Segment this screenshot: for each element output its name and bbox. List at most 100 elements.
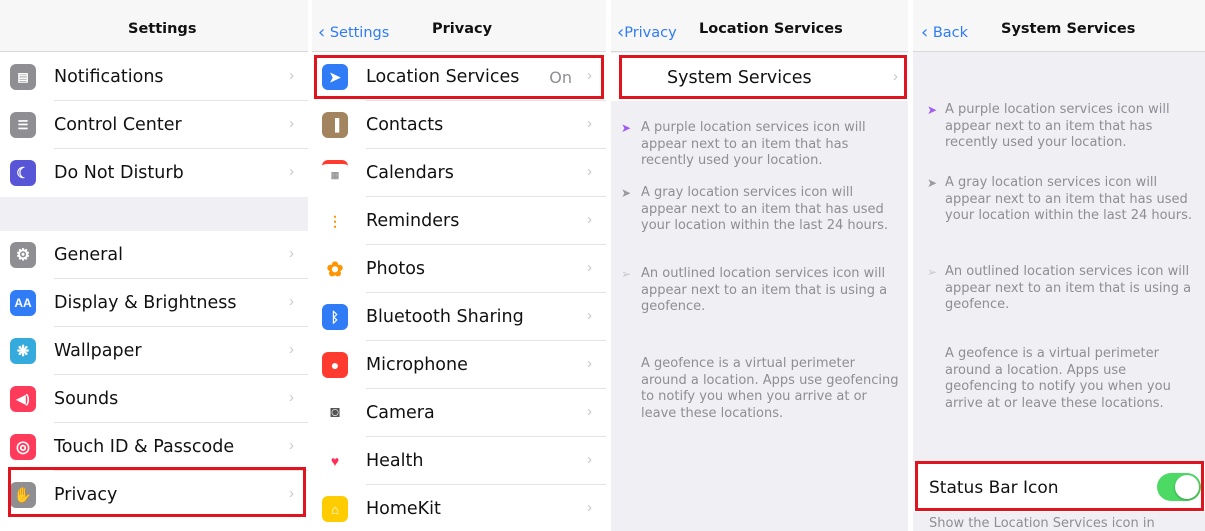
page-title: Settings (128, 21, 197, 37)
heart-icon: ♥ (322, 448, 348, 474)
privacy-panel: ‹ Settings Privacy ➤ Location Services O… (312, 0, 606, 531)
status-bar-footer-note: Show the Location Services icon in (929, 516, 1155, 531)
purple-icon-note: A purple location services icon will app… (641, 120, 866, 168)
gray-icon-note: A gray location services icon will appea… (641, 185, 889, 233)
privacy-item-label: Bluetooth Sharing (366, 307, 524, 327)
privacy-item-label: Contacts (366, 115, 444, 135)
moon-icon: ☾ (10, 160, 36, 186)
settings-item-control-center[interactable]: ☰ Control Center › (0, 101, 308, 149)
photos-icon: ✿ (322, 256, 348, 282)
purple-location-arrow-icon: ➤ (621, 121, 632, 135)
chevron-left-icon: ‹ (921, 22, 929, 43)
microphone-icon: ● (322, 352, 348, 378)
camera-icon: ◙ (322, 400, 348, 426)
gear-icon: ⚙ (10, 242, 36, 268)
privacy-item-bluetooth-sharing[interactable]: ᛒ Bluetooth Sharing › (312, 293, 606, 341)
page-title: Privacy (432, 21, 493, 37)
settings-item-label: Wallpaper (54, 341, 142, 361)
chevron-right-icon: › (587, 451, 592, 468)
purple-location-arrow-icon: ➤ (927, 103, 938, 117)
wallpaper-icon: ❋ (10, 338, 36, 364)
status-bar-icon-highlight-box (915, 461, 1204, 511)
privacy-item-reminders[interactable]: ⋮ Reminders › (312, 197, 606, 245)
location-services-highlight-box (314, 55, 604, 99)
chevron-right-icon: › (289, 115, 294, 132)
chevron-right-icon: › (289, 341, 294, 358)
chevron-right-icon: › (289, 389, 294, 406)
control-center-icon: ☰ (10, 112, 36, 138)
outlined-icon-note: An outlined location services icon will … (641, 266, 888, 314)
settings-item-label: Touch ID & Passcode (54, 437, 235, 457)
settings-item-label: Sounds (54, 389, 119, 409)
gray-location-arrow-icon: ➤ (927, 176, 938, 190)
gray-icon-note: A gray location services icon will appea… (945, 175, 1193, 223)
chevron-right-icon: › (289, 163, 294, 180)
chevron-right-icon: › (587, 163, 592, 180)
privacy-item-label: HomeKit (366, 499, 441, 519)
bluetooth-icon: ᛒ (322, 304, 348, 330)
privacy-highlight-box (8, 467, 306, 517)
settings-item-label: Control Center (54, 115, 182, 135)
location-navbar: ‹Privacy Location Services (611, 0, 908, 52)
purple-icon-note: A purple location services icon will app… (945, 102, 1170, 150)
back-button[interactable]: ‹ Settings (318, 21, 390, 43)
privacy-item-photos[interactable]: ✿ Photos › (312, 245, 606, 293)
system-services-panel: ‹ Back System Services ➤ A purple locati… (913, 0, 1205, 531)
chevron-right-icon: › (587, 403, 592, 420)
settings-item-touch-id[interactable]: ◎ Touch ID & Passcode › (0, 423, 308, 471)
page-title: Location Services (699, 21, 843, 37)
settings-panel: Settings ▤ Notifications › ☰ Control Cen… (0, 0, 308, 531)
privacy-item-homekit[interactable]: ⌂ HomeKit › (312, 485, 606, 531)
back-button-label: Back (932, 25, 969, 41)
reminders-icon: ⋮ (322, 208, 348, 234)
privacy-item-label: Camera (366, 403, 435, 423)
gray-location-arrow-icon: ➤ (621, 186, 632, 200)
back-button[interactable]: ‹ Back (921, 21, 969, 43)
back-button[interactable]: ‹Privacy (617, 21, 677, 43)
privacy-item-calendars[interactable]: ▦ Calendars › (312, 149, 606, 197)
settings-item-general[interactable]: ⚙ General › (0, 231, 308, 279)
notifications-icon: ▤ (10, 64, 36, 90)
chevron-right-icon: › (289, 245, 294, 262)
settings-item-label: General (54, 245, 123, 265)
system-services-highlight-box (619, 55, 907, 99)
privacy-item-label: Reminders (366, 211, 460, 231)
chevron-left-icon: ‹ (318, 22, 326, 43)
outlined-location-arrow-icon: ➢ (927, 265, 938, 279)
settings-item-notifications[interactable]: ▤ Notifications › (0, 53, 308, 101)
privacy-item-label: Photos (366, 259, 426, 279)
chevron-right-icon: › (289, 67, 294, 84)
system-navbar: ‹ Back System Services (913, 0, 1205, 52)
back-button-label: Settings (329, 25, 390, 41)
chevron-right-icon: › (587, 499, 592, 516)
outlined-location-arrow-icon: ➢ (621, 267, 632, 281)
settings-item-label: Display & Brightness (54, 293, 237, 313)
chevron-right-icon: › (587, 211, 592, 228)
settings-item-sounds[interactable]: ◀) Sounds › (0, 375, 308, 423)
privacy-item-camera[interactable]: ◙ Camera › (312, 389, 606, 437)
geofence-note: A geofence is a virtual perimeter around… (945, 346, 1171, 411)
fingerprint-icon: ◎ (10, 434, 36, 460)
settings-item-wallpaper[interactable]: ❋ Wallpaper › (0, 327, 308, 375)
calendar-icon: ▦ (322, 160, 348, 186)
section-gap (0, 197, 308, 231)
settings-item-label: Do Not Disturb (54, 163, 184, 183)
back-button-label: Privacy (624, 25, 677, 41)
chevron-right-icon: › (289, 437, 294, 454)
settings-item-display-brightness[interactable]: AA Display & Brightness › (0, 279, 308, 327)
location-services-panel: ‹Privacy Location Services System Servic… (611, 0, 908, 531)
settings-item-do-not-disturb[interactable]: ☾ Do Not Disturb › (0, 149, 308, 197)
privacy-item-health[interactable]: ♥ Health › (312, 437, 606, 485)
privacy-item-contacts[interactable]: ▐ Contacts › (312, 101, 606, 149)
contacts-icon: ▐ (322, 112, 348, 138)
chevron-right-icon: › (587, 115, 592, 132)
geofence-note: A geofence is a virtual perimeter around… (641, 356, 899, 421)
privacy-item-label: Microphone (366, 355, 468, 375)
privacy-item-microphone[interactable]: ● Microphone › (312, 341, 606, 389)
chevron-right-icon: › (587, 259, 592, 276)
speaker-icon: ◀) (10, 386, 36, 412)
settings-item-label: Notifications (54, 67, 164, 87)
chevron-left-icon: ‹ (617, 22, 625, 43)
privacy-navbar: ‹ Settings Privacy (312, 0, 606, 52)
settings-navbar: Settings (0, 0, 308, 52)
